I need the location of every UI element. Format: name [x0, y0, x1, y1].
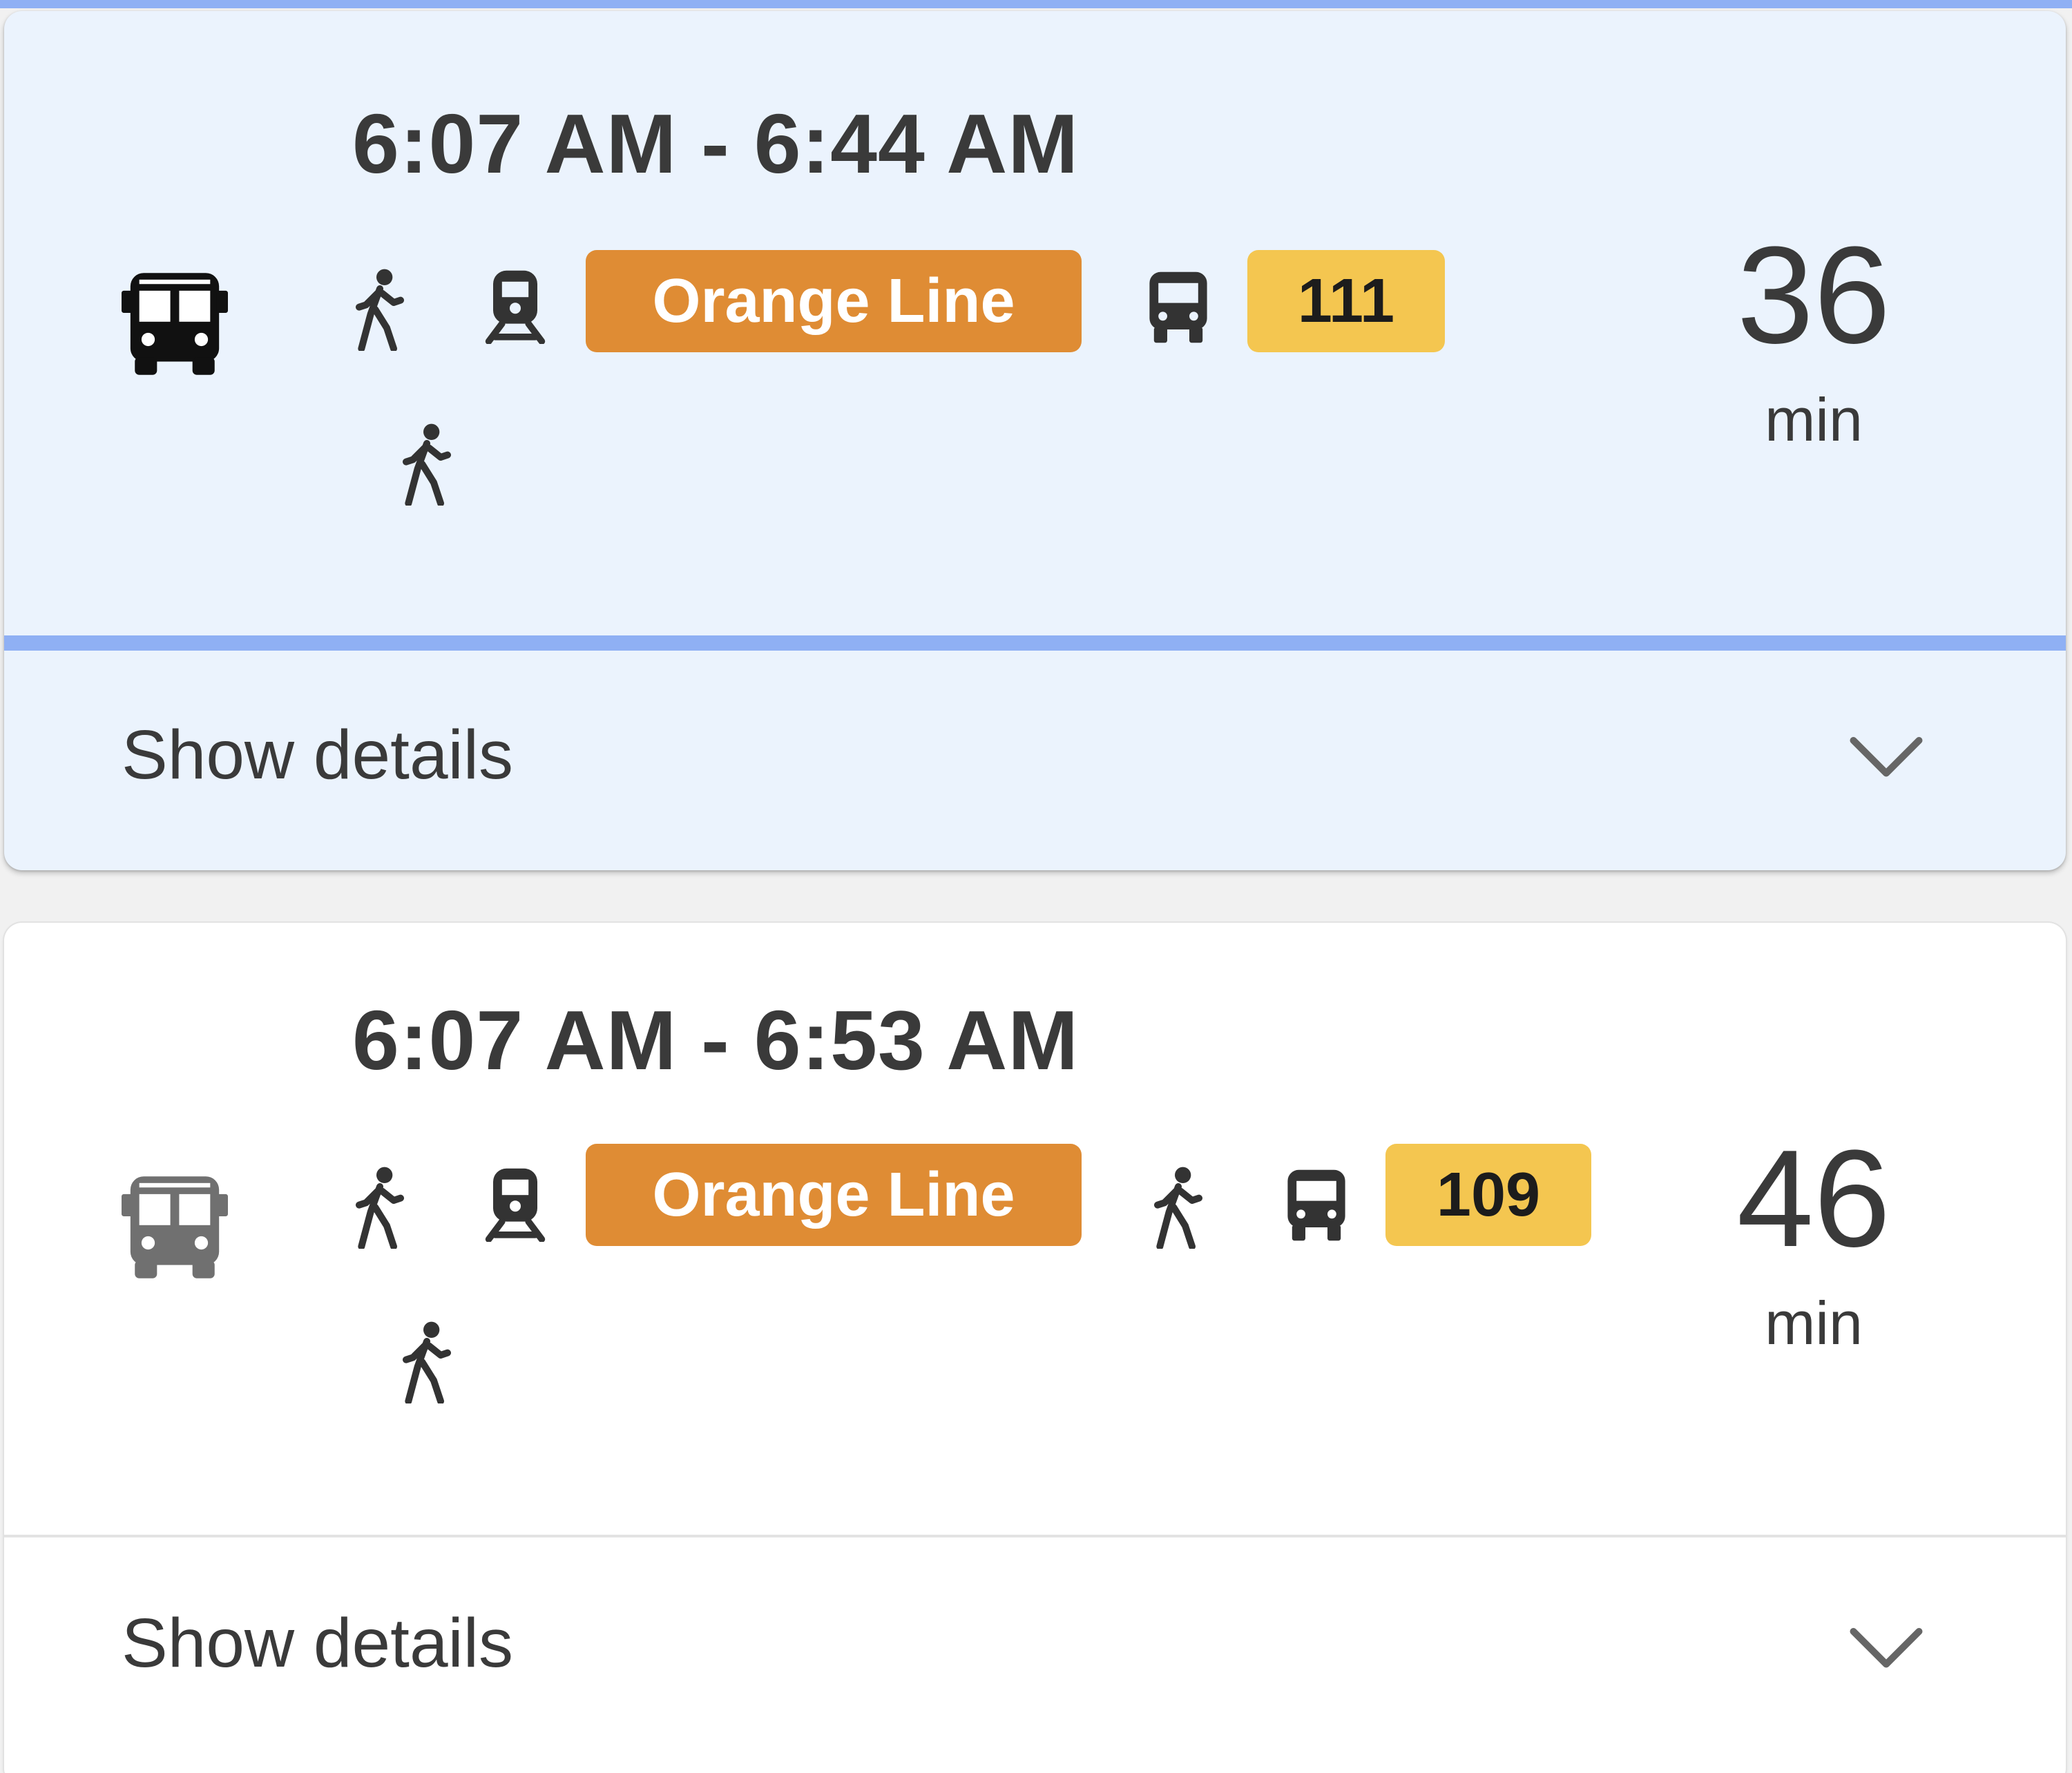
train-icon	[485, 270, 546, 344]
chevron-down-icon	[1850, 737, 1923, 777]
walk-icon	[403, 1321, 451, 1403]
bus-icon	[1287, 1169, 1345, 1241]
show-details-button[interactable]: Show details	[4, 1537, 2066, 1772]
trip-duration: 36 min	[1676, 227, 1952, 450]
walk-icon	[356, 269, 404, 351]
duration-value: 36	[1736, 218, 1891, 372]
duration-value: 46	[1736, 1122, 1891, 1276]
walk-icon	[403, 423, 451, 506]
trip-summary[interactable]: 6:07 AM - 6:53 AM Orange Line 109 46 min	[4, 923, 2066, 1535]
trip-time-range: 6:07 AM - 6:53 AM	[352, 993, 1079, 1087]
trip-summary[interactable]: 6:07 AM - 6:44 AM Orange Line 111 36 min	[4, 11, 2066, 635]
walk-icon	[1154, 1167, 1202, 1249]
show-details-button[interactable]: Show details	[4, 651, 2066, 870]
orange-line-badge: Orange Line	[586, 1144, 1082, 1246]
trip-option-card[interactable]: 6:07 AM - 6:44 AM Orange Line 111 36 min…	[4, 11, 2066, 870]
selection-accent-bar	[0, 0, 2072, 8]
trip-option-card[interactable]: 6:07 AM - 6:53 AM Orange Line 109 46 min…	[4, 923, 2066, 1773]
bus-icon	[1149, 271, 1207, 343]
card-divider	[4, 635, 2066, 651]
trip-time-range: 6:07 AM - 6:44 AM	[352, 97, 1079, 191]
orange-line-badge: Orange Line	[586, 250, 1082, 352]
walk-icon	[356, 1167, 404, 1249]
duration-unit: min	[1765, 385, 1863, 454]
train-icon	[485, 1168, 546, 1242]
show-details-label: Show details	[122, 716, 513, 794]
bus-icon	[122, 1176, 228, 1278]
bus-route-badge: 111	[1247, 250, 1445, 352]
duration-unit: min	[1765, 1289, 1863, 1357]
bus-icon	[122, 273, 228, 375]
transit-results-panel: 6:07 AM - 6:44 AM Orange Line 111 36 min…	[0, 0, 2072, 1773]
chevron-down-icon	[1850, 1628, 1923, 1668]
trip-duration: 46 min	[1676, 1130, 1952, 1354]
show-details-label: Show details	[122, 1604, 513, 1682]
bus-route-badge: 109	[1385, 1144, 1591, 1246]
